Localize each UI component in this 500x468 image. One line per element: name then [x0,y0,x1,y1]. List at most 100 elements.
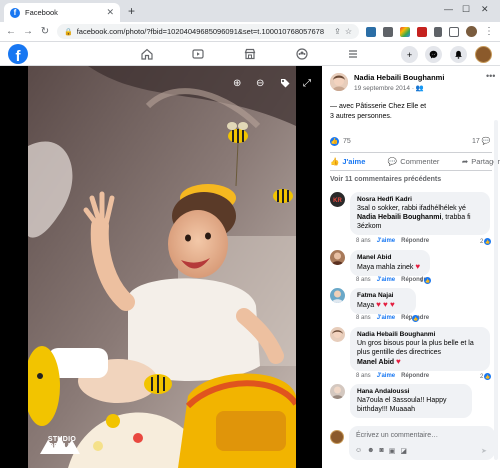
menu-icon[interactable] [345,46,361,62]
extension-icon[interactable] [366,26,376,37]
zoom-in-icon[interactable]: ⊕ [233,78,241,89]
forward-icon[interactable]: → [23,26,33,37]
tag-icon[interactable] [280,78,290,91]
browser-tab[interactable]: f Facebook ✕ [4,3,120,22]
poster-avatar[interactable] [330,73,348,91]
comment-mention[interactable]: Nadia Hebaili Boughanmi [357,214,441,221]
heart-emoji-icon: ♥ [415,262,421,271]
comment-text: Maya ♥ ♥ ♥ [357,300,395,309]
scrollbar[interactable] [494,120,498,460]
view-previous-comments-link[interactable]: Voir 11 commentaires précédents [330,176,441,183]
like-button[interactable]: 👍 J'aime [330,157,365,166]
account-avatar[interactable] [475,46,492,63]
bookmark-star-icon[interactable]: ☆ [345,27,352,36]
facebook-favicon-icon: f [10,7,20,18]
like-reaction-icon: 👍 [484,238,492,245]
share-arrow-icon: ➦ [461,157,469,166]
comment-bubble: Manel Abid Maya mahla zinek ♥ [350,250,430,276]
extension-icon[interactable] [400,26,410,37]
comment-button[interactable]: 💬 Commenter [388,157,440,166]
more-options-icon[interactable]: ••• [486,71,495,81]
groups-icon[interactable] [294,46,310,62]
gif-icon[interactable]: ▣ [389,447,396,455]
comment-like-link[interactable]: J'aime [377,277,395,283]
browser-menu-icon[interactable]: ⋮ [484,26,494,37]
url-text: facebook.com/photo/?fbid=102040496850960… [76,27,325,36]
reload-icon[interactable]: ↻ [40,26,50,37]
comment-reply-link[interactable]: Répondre [401,238,429,244]
comment-meta: 8 ans J'aime Répondre [356,277,430,283]
url-input[interactable]: 🔒 facebook.com/photo/?fbid=1020404968509… [57,24,359,39]
comment-author[interactable]: Nadia Hebaili Boughanmi [357,331,483,338]
comment-reaction-count[interactable]: 2 👍 [480,373,492,380]
thumbs-up-icon: 👍 [330,157,340,166]
comment-text: Maya mahla zinek ♥ [357,262,421,271]
commenter-avatar[interactable]: KR [330,192,345,207]
home-icon[interactable] [139,46,155,62]
zoom-out-icon[interactable]: ⊖ [256,78,264,89]
extension-icon[interactable] [417,26,427,37]
heart-emoji-icon: ♥ ♥ ♥ [376,300,395,309]
comment-reaction-count[interactable]: 1 👍 [420,277,432,284]
comment-mention[interactable]: Manel Abid [357,359,394,366]
puzzle-extensions-icon[interactable] [434,26,442,37]
lock-icon[interactable]: 🔒 [64,28,73,36]
commenter-avatar[interactable] [330,327,345,342]
comment-like-link[interactable]: J'aime [377,373,395,379]
fullscreen-icon[interactable]: ⤢ [303,78,311,89]
like-reaction-icon: 👍 [412,315,420,322]
close-tab-icon[interactable]: ✕ [106,7,114,18]
heart-emoji-icon: ♥ [396,357,401,366]
messenger-icon[interactable] [425,46,442,63]
post-details-panel: Nadia Hebaili Boughanmi 19 septembre 201… [322,66,500,468]
minimize-icon[interactable]: — [444,4,453,14]
comment-author[interactable]: Manel Abid [357,254,423,261]
comment-input[interactable]: Écrivez un commentaire… ☺ ☻ ◙ ▣ ◪ ➤ [349,426,495,460]
commenter-avatar[interactable] [330,288,345,303]
photo-watermark-text: STUDIO DELLIA [47,436,77,450]
comment-count[interactable]: 17 💬 [472,137,491,146]
new-tab-icon[interactable]: + [128,4,135,18]
comment-reply-link[interactable]: Répondre [401,373,429,379]
facebook-logo[interactable]: f [8,44,28,64]
divider [330,170,492,171]
back-icon[interactable]: ← [6,26,16,37]
comment-author[interactable]: Fatma Najai [357,292,409,299]
comment-meta: 8 ans J'aime Répondre [356,373,430,379]
facebook-header: f + [0,42,500,66]
comment-text: Un gros bisous pour la plus belle et la … [357,340,474,366]
comment-reaction-count[interactable]: 2 👍 [480,238,492,245]
commenter-avatar[interactable] [330,384,345,399]
current-user-avatar[interactable] [330,430,344,444]
maximize-icon[interactable]: ☐ [462,4,470,15]
marketplace-icon[interactable] [242,46,258,62]
browser-profile-avatar[interactable] [466,26,477,37]
sticker-icon[interactable]: ◪ [400,447,407,455]
photo-viewer: ⊕ ⊖ ⤢ [0,66,322,468]
extension-icon[interactable] [383,26,393,37]
comment-like-link[interactable]: J'aime [377,315,395,321]
side-panel-icon[interactable] [449,26,459,37]
comment-text: Na7oula el 3assoula!! Happy birthday!!! … [357,397,447,413]
create-plus-icon[interactable]: + [401,46,418,63]
commenter-avatar[interactable] [330,250,345,265]
post-date[interactable]: 19 septembre 2014 · 👥 [354,84,424,92]
comment-like-link[interactable]: J'aime [377,238,395,244]
camera-icon[interactable]: ◙ [380,447,384,455]
close-window-icon[interactable]: ✕ [481,4,489,15]
reaction-summary[interactable]: 👍 75 [330,137,351,146]
share-icon[interactable]: ⇪ [334,27,341,36]
comment-author[interactable]: Hana Andaloussi [357,388,465,395]
send-icon[interactable]: ➤ [481,447,487,455]
comment-author[interactable]: Nosra Hedfi Kadri [357,196,483,203]
notifications-bell-icon[interactable] [450,46,467,63]
avatar-sticker-icon[interactable]: ☺ [355,447,362,455]
comment-reaction-count[interactable]: 1 👍 [408,315,420,322]
emoji-icon[interactable]: ☻ [367,447,374,455]
browser-tab-strip: f Facebook ✕ + — ☐ ✕ [0,0,500,22]
watch-icon[interactable] [190,46,206,62]
poster-name[interactable]: Nadia Hebaili Boughanmi [354,73,444,82]
like-reaction-icon: 👍 [330,137,339,146]
post-tagged-with: — avec Pâtisserie Chez Elle et 3 autres … [330,103,427,120]
comment-bubble: Nosra Hedfi Kadri 3sal o sokker, rabbi i… [350,192,490,235]
